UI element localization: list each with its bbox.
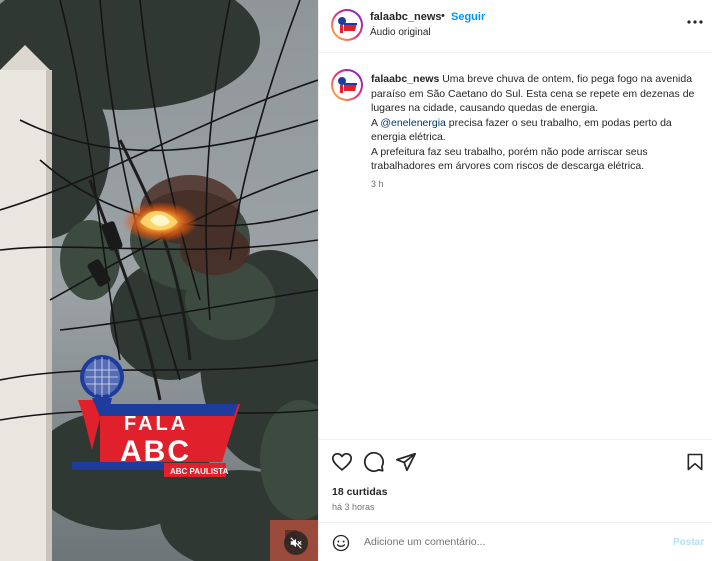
muted-speaker-icon [290, 537, 302, 549]
svg-text:FALA: FALA [124, 413, 188, 435]
comment-button[interactable] [363, 451, 385, 473]
author-avatar-image [333, 11, 361, 39]
video-frame: FALA ABC ABC PAULISTA [0, 0, 318, 561]
caption-text-line-2: paraíso em São Caetano do Sul. Esta cena… [371, 87, 695, 100]
emoji-button[interactable] [332, 534, 350, 552]
more-options-button[interactable] [685, 14, 705, 30]
caption-text-line-4-prefix: A [371, 116, 381, 129]
post-actions-bar: 18 curtidas há 3 horas [319, 439, 712, 522]
caption-timestamp[interactable]: 3 h [371, 179, 384, 189]
follow-button[interactable]: Seguir [451, 11, 485, 23]
comment-icon [363, 451, 384, 472]
comments-section: falaabc_news Uma breve chuva de ontem, f… [319, 54, 712, 438]
likes-count[interactable]: 18 curtidas [332, 486, 387, 498]
post-timestamp: há 3 horas [332, 502, 375, 512]
caption-text-line-1: Uma breve chuva de ontem, fio pega fogo … [439, 73, 693, 85]
mention-link[interactable]: @enelenergia [380, 117, 446, 129]
caption-text-line-4-suffix: precisa fazer o seu trabalho, em podas p… [445, 116, 672, 129]
caption-text-line-5: energia elétrica. [371, 131, 446, 143]
caption-username[interactable]: falaabc_news [371, 73, 439, 85]
mute-toggle-button[interactable] [284, 531, 308, 555]
more-horizontal-icon [687, 20, 703, 24]
caption-text-line-7: trabalhadores em árvores com riscos de d… [371, 160, 645, 172]
separator-dot: • [441, 10, 445, 22]
bookmark-icon [687, 453, 703, 471]
svg-text:ABC PAULISTA: ABC PAULISTA [170, 467, 229, 476]
comment-input[interactable] [364, 532, 664, 552]
caption-text-line-6: A prefeitura faz seu trabalho, porém não… [371, 145, 648, 158]
caption-author-avatar-image [333, 71, 361, 99]
original-audio-link[interactable]: Áudio original [370, 27, 431, 38]
post-comment-button[interactable]: Postar [673, 537, 704, 548]
smiley-icon [332, 534, 350, 552]
post-caption: falaabc_news Uma breve chuva de ontem, f… [371, 72, 707, 174]
post-details-panel: falaabc_news • Seguir Áudio original fal… [318, 0, 712, 561]
author-avatar[interactable] [331, 9, 363, 41]
like-button[interactable] [331, 451, 353, 473]
send-icon [395, 452, 417, 472]
author-username[interactable]: falaabc_news [370, 11, 442, 23]
save-button[interactable] [685, 451, 707, 473]
caption-text-line-3: lugares na cidade, causando quedas de en… [371, 102, 599, 114]
heart-icon [331, 452, 353, 471]
share-button[interactable] [395, 451, 417, 473]
caption-author-avatar[interactable] [331, 69, 363, 101]
add-comment-bar: Postar [319, 522, 712, 561]
post-header: falaabc_news • Seguir Áudio original [319, 0, 712, 53]
post-media-video[interactable]: FALA ABC ABC PAULISTA [0, 0, 318, 561]
